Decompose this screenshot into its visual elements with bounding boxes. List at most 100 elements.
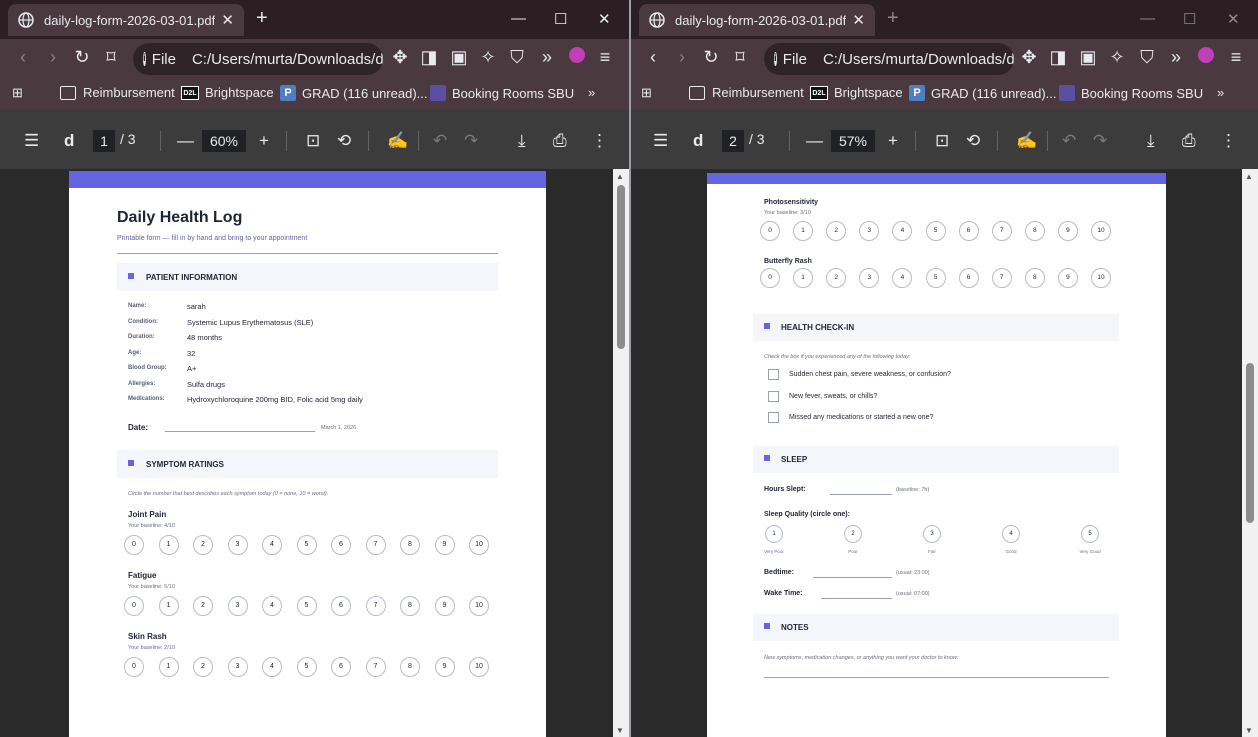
- menu-icon[interactable]: ≡: [1225, 47, 1247, 68]
- pdf-viewport[interactable]: Daily Health Log Printable form — fill i…: [0, 169, 629, 737]
- wake-line[interactable]: [821, 598, 892, 599]
- rating-option[interactable]: 2: [193, 535, 213, 555]
- rating-option[interactable]: 0: [124, 657, 144, 677]
- sidepanel-icon[interactable]: ◨: [1047, 47, 1069, 68]
- copilot-icon[interactable]: ✧: [1106, 47, 1128, 68]
- hours-line[interactable]: [830, 494, 892, 495]
- rating-option[interactable]: 7: [991, 268, 1012, 288]
- undo-icon[interactable]: ↶: [1062, 131, 1076, 151]
- print-icon[interactable]: ⎙: [1182, 131, 1196, 151]
- rating-option[interactable]: 5: [296, 535, 317, 555]
- rating-option[interactable]: 2: [826, 221, 847, 241]
- minimize-icon[interactable]: —: [511, 10, 526, 27]
- bookmark-reimbursement[interactable]: Reimbursement: [689, 85, 804, 100]
- rating-option[interactable]: 3: [859, 268, 880, 288]
- rating-option[interactable]: 10: [469, 596, 489, 616]
- bookmark-reimbursement[interactable]: Reimbursement: [60, 85, 175, 100]
- sleep-quality-option[interactable]: 3: [923, 525, 941, 543]
- draw-icon[interactable]: ✍: [387, 131, 408, 151]
- copilot-icon[interactable]: ✧: [477, 47, 499, 68]
- rating-option[interactable]: 10: [469, 535, 489, 555]
- sleep-quality-option[interactable]: 4: [1002, 525, 1020, 543]
- rating-option[interactable]: 6: [331, 535, 351, 555]
- rating-option[interactable]: 6: [958, 221, 979, 241]
- scrollbar[interactable]: ▲ ▼: [1242, 169, 1258, 737]
- rating-option[interactable]: 4: [892, 221, 913, 241]
- info-icon[interactable]: i: [774, 52, 777, 66]
- rating-option[interactable]: 9: [434, 596, 455, 616]
- redo-icon[interactable]: ↷: [1093, 131, 1107, 151]
- rating-option[interactable]: 1: [793, 268, 814, 288]
- forward-icon[interactable]: ›: [42, 47, 64, 68]
- sleep-quality-option[interactable]: 1: [765, 525, 783, 543]
- rotate-icon[interactable]: ⟲: [337, 131, 351, 151]
- redo-icon[interactable]: ↷: [464, 131, 478, 151]
- rating-option[interactable]: 9: [434, 657, 455, 677]
- rating-option[interactable]: 3: [227, 657, 248, 677]
- zoom-out-icon[interactable]: —: [177, 131, 194, 151]
- rating-option[interactable]: 5: [925, 268, 946, 288]
- info-icon[interactable]: i: [143, 52, 146, 66]
- rating-option[interactable]: 7: [365, 596, 386, 616]
- rotate-icon[interactable]: ⟲: [966, 131, 980, 151]
- notes-line[interactable]: [764, 677, 1109, 678]
- minimize-icon[interactable]: —: [1140, 10, 1155, 27]
- rating-option[interactable]: 4: [262, 596, 282, 616]
- zoom-in-icon[interactable]: +: [888, 131, 898, 151]
- sidepanel-icon[interactable]: ◨: [418, 47, 440, 68]
- page-number-input[interactable]: 1: [93, 130, 115, 152]
- close-window-icon[interactable]: ✕: [598, 10, 611, 28]
- rating-option[interactable]: 3: [227, 596, 248, 616]
- scroll-up-icon[interactable]: ▲: [616, 172, 624, 181]
- rating-option[interactable]: 4: [262, 657, 282, 677]
- menu-icon[interactable]: ☰: [24, 131, 39, 151]
- bookmark-booking-rooms[interactable]: Booking Rooms SBU: [1059, 85, 1203, 101]
- back-icon[interactable]: ‹: [12, 47, 34, 68]
- rating-option[interactable]: 7: [365, 535, 386, 555]
- rating-option[interactable]: 1: [158, 596, 179, 616]
- checkin-checkbox[interactable]: [768, 369, 779, 380]
- fit-page-icon[interactable]: ⊡: [306, 131, 320, 151]
- rating-option[interactable]: 1: [158, 657, 179, 677]
- scroll-down-icon[interactable]: ▼: [616, 726, 624, 735]
- zoom-input[interactable]: 57%: [831, 130, 875, 152]
- close-window-icon[interactable]: ✕: [1227, 10, 1240, 28]
- sleep-quality-option[interactable]: 2: [844, 525, 862, 543]
- rating-option[interactable]: 6: [331, 657, 351, 677]
- bookmark-brightspace[interactable]: D2L Brightspace: [810, 85, 903, 100]
- forward-icon[interactable]: ›: [671, 47, 693, 68]
- wallet-icon[interactable]: ▣: [448, 47, 470, 68]
- date-line[interactable]: [165, 431, 315, 432]
- apps-icon[interactable]: ⊞: [641, 85, 652, 101]
- rating-option[interactable]: 0: [760, 221, 780, 241]
- rating-option[interactable]: 8: [400, 596, 420, 616]
- rating-option[interactable]: 7: [365, 657, 386, 677]
- scroll-down-icon[interactable]: ▼: [1245, 726, 1253, 735]
- more-extensions-icon[interactable]: »: [1165, 47, 1187, 68]
- bookmark-brightspace[interactable]: D2L Brightspace: [181, 85, 274, 100]
- address-input[interactable]: i File C:/Users/murta/Downloads/d: [764, 43, 1014, 75]
- rating-option[interactable]: 8: [1024, 268, 1045, 288]
- rating-option[interactable]: 1: [793, 221, 814, 241]
- rating-option[interactable]: 5: [925, 221, 946, 241]
- wallet-icon[interactable]: ▣: [1077, 47, 1099, 68]
- rating-option[interactable]: 9: [1057, 221, 1078, 241]
- shield-icon[interactable]: ⛉: [1136, 47, 1158, 68]
- rating-option[interactable]: 9: [434, 535, 455, 555]
- close-tab-icon[interactable]: ✕: [852, 11, 865, 29]
- rating-option[interactable]: 0: [124, 596, 144, 616]
- rating-option[interactable]: 3: [227, 535, 248, 555]
- rating-option[interactable]: 8: [400, 535, 420, 555]
- browser-tab[interactable]: daily-log-form-2026-03-01.pdf ✕: [639, 4, 875, 36]
- rating-option[interactable]: 5: [296, 596, 317, 616]
- more-options-icon[interactable]: ⋮: [1220, 131, 1237, 151]
- back-icon[interactable]: ‹: [642, 47, 664, 68]
- rating-option[interactable]: 10: [1091, 268, 1111, 288]
- rating-option[interactable]: 10: [1091, 221, 1111, 241]
- profile-icon[interactable]: [1195, 47, 1217, 68]
- bookmark-grad[interactable]: P GRAD (116 unread)...: [280, 85, 427, 101]
- scroll-thumb[interactable]: [617, 185, 625, 349]
- rating-option[interactable]: 8: [1024, 221, 1045, 241]
- scroll-thumb[interactable]: [1246, 363, 1254, 523]
- menu-icon[interactable]: ≡: [594, 47, 616, 68]
